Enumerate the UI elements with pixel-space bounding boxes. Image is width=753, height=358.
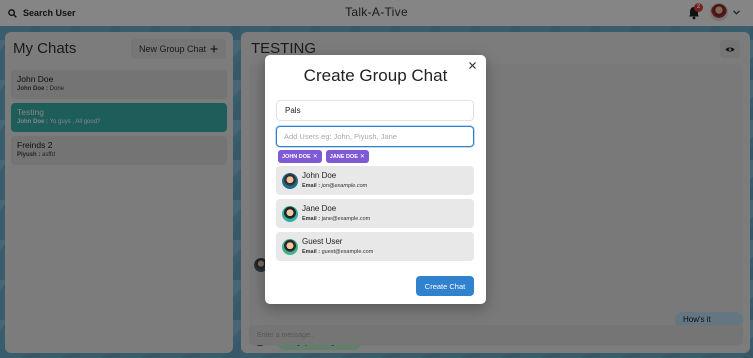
user-chip-label: JANE DOE <box>329 153 358 160</box>
avatar <box>282 173 298 189</box>
user-email-value: jane@example.com <box>321 216 371 222</box>
close-icon <box>468 62 476 69</box>
avatar <box>282 206 298 222</box>
user-list-item[interactable]: John Doe Email : jon@example.com <box>276 166 474 195</box>
user-list-item[interactable]: Jane Doe Email : jane@example.com <box>276 199 474 228</box>
user-name: Guest User <box>302 237 343 246</box>
user-chip: JANE DOE ✕ <box>325 150 369 163</box>
user-name: John Doe <box>302 171 337 180</box>
create-group-modal: Create Group Chat JOHN DOE ✕ JANE DOE ✕ … <box>265 55 486 304</box>
user-email: Email : jane@example.com <box>302 216 370 222</box>
user-chip: JOHN DOE ✕ <box>278 150 322 163</box>
create-chat-button[interactable]: Create Chat <box>416 276 474 296</box>
user-email: Email : jon@example.com <box>302 183 367 189</box>
user-email-label: Email : <box>302 249 321 255</box>
chat-name-field[interactable] <box>276 100 474 121</box>
user-email-value: jon@example.com <box>321 183 368 189</box>
modal-title: Create Group Chat <box>303 66 448 85</box>
user-email-label: Email : <box>302 183 321 189</box>
remove-user-button[interactable]: ✕ <box>313 153 318 160</box>
remove-user-button[interactable]: ✕ <box>360 153 365 160</box>
avatar <box>282 239 298 255</box>
user-list-item[interactable]: Guest User Email : guest@example.com <box>276 232 474 261</box>
user-chip-label: JOHN DOE <box>282 153 311 160</box>
add-users-field[interactable] <box>276 126 474 147</box>
user-email-label: Email : <box>302 216 321 222</box>
search-results: John Doe Email : jon@example.com Jane Do… <box>276 166 474 265</box>
user-email-value: guest@example.com <box>321 249 374 255</box>
selected-users: JOHN DOE ✕ JANE DOE ✕ <box>278 150 369 163</box>
user-name: Jane Doe <box>302 204 337 213</box>
close-button[interactable] <box>466 61 478 73</box>
user-email: Email : guest@example.com <box>302 249 373 255</box>
